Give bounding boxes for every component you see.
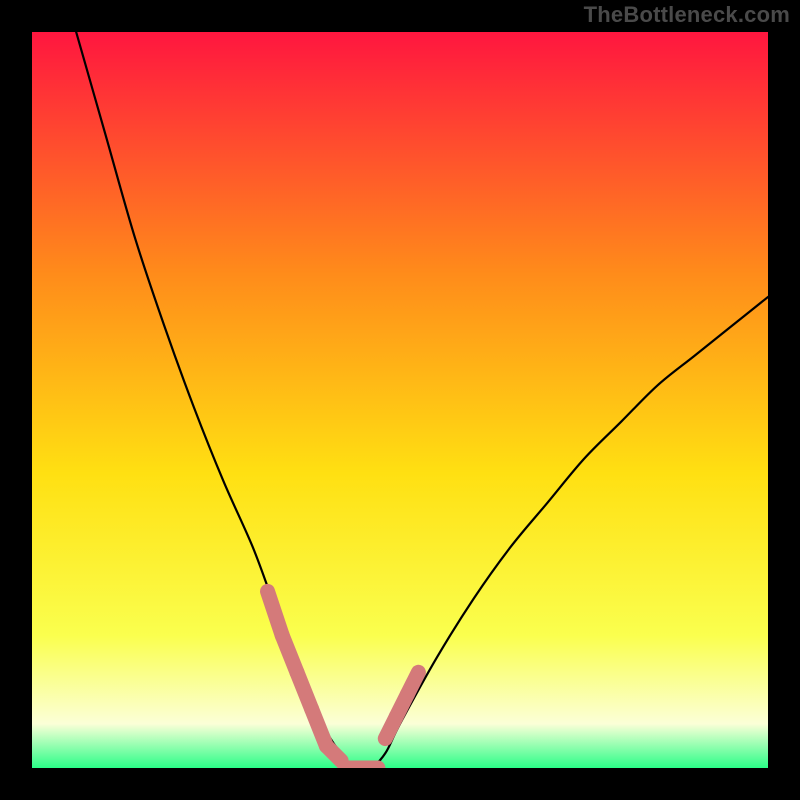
bottleneck-chart (32, 32, 768, 768)
attribution-label: TheBottleneck.com (584, 2, 790, 28)
gradient-background (32, 32, 768, 768)
marker-segment (326, 746, 341, 761)
chart-frame: TheBottleneck.com (0, 0, 800, 800)
plot-area (32, 32, 768, 768)
marker-segment (407, 672, 418, 694)
